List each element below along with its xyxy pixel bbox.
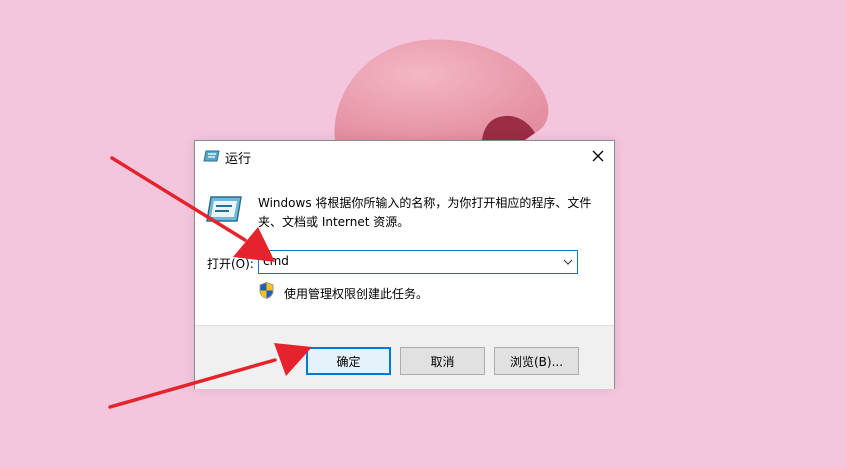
open-label: 打开(O): [207, 257, 254, 271]
ok-button[interactable]: 确定 [306, 347, 391, 375]
cancel-button[interactable]: 取消 [400, 347, 485, 375]
browse-button[interactable]: 浏览(B)... [494, 347, 579, 375]
dialog-title: 运行 [225, 152, 252, 167]
run-program-icon [206, 196, 242, 222]
title-bar[interactable]: 运行 [195, 141, 614, 172]
dialog-description: Windows 将根据你所输入的名称，为你打开相应的程序、文件夹、文档或 Int… [258, 196, 592, 229]
close-button[interactable] [582, 141, 614, 172]
uac-shield-icon [259, 282, 274, 299]
run-dialog: 运行 Windows 将根据你所输入的名称，为你打开相应的程序、文件夹、文档或 … [194, 140, 615, 389]
admin-note: 使用管理权限创建此任务。 [284, 287, 429, 301]
button-bar: 确定 取消 浏览(B)... [195, 325, 614, 389]
open-input[interactable]: cmd [263, 254, 289, 268]
run-icon [203, 150, 220, 162]
close-icon [592, 150, 604, 162]
chevron-down-icon[interactable] [563, 258, 573, 266]
open-combobox[interactable]: cmd [258, 250, 578, 274]
